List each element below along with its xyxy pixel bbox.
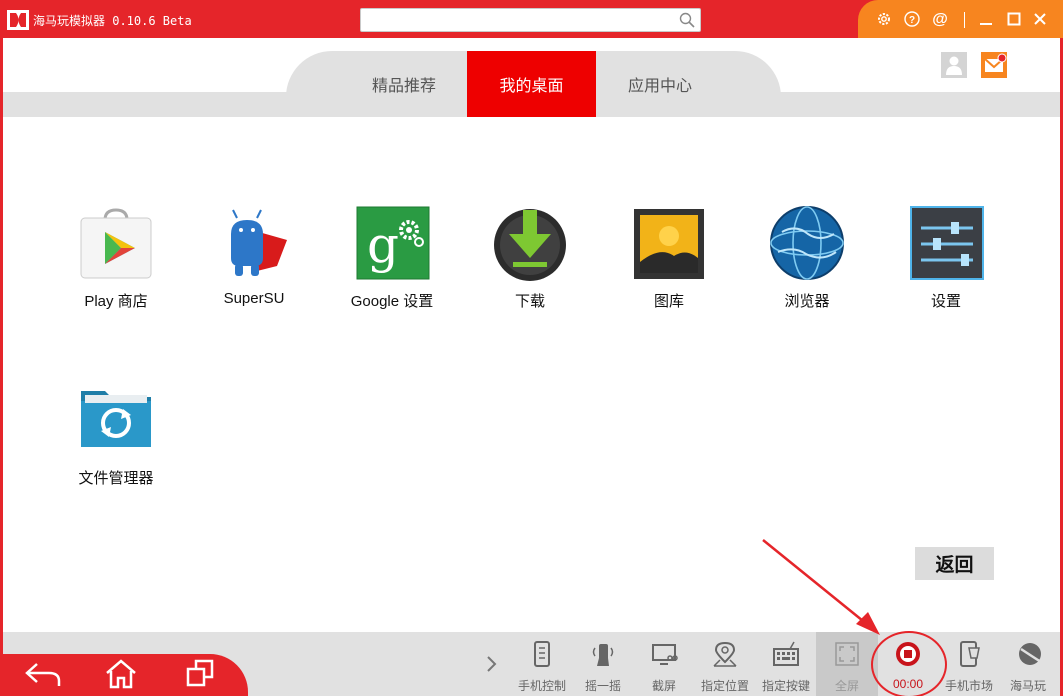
google-settings-icon: g	[353, 206, 431, 284]
tool-screenshot[interactable]: 截屏	[630, 632, 698, 696]
location-icon	[713, 641, 737, 667]
app-gallery[interactable]: 图库	[609, 206, 729, 311]
app-browser[interactable]: 浏览器	[747, 206, 867, 311]
app-play-store[interactable]: Play 商店	[56, 206, 176, 311]
fullscreen-icon	[835, 642, 859, 666]
tab-app-center[interactable]: 应用中心	[596, 51, 724, 117]
svg-text:g: g	[367, 216, 399, 274]
app-label: 浏览器	[784, 293, 830, 310]
tool-fullscreen[interactable]: 全屏	[816, 632, 878, 696]
app-file-manager[interactable]: 文件管理器	[56, 383, 176, 488]
app-logo-icon	[7, 10, 29, 30]
haimawan-icon	[1019, 643, 1042, 665]
tool-label: 摇一摇	[584, 679, 621, 693]
user-avatar-icon[interactable]	[941, 52, 967, 78]
phone-control-icon	[534, 641, 550, 667]
file-manager-icon	[77, 383, 155, 461]
settings-icon	[907, 206, 985, 284]
app-label: SuperSU	[223, 290, 285, 307]
chevron-right-icon[interactable]	[482, 652, 502, 676]
tool-label: 海马玩	[1009, 679, 1046, 693]
at-icon[interactable]: @	[930, 9, 950, 29]
recent-apps-icon[interactable]	[180, 658, 220, 690]
download-icon	[491, 206, 569, 284]
app-label: 文件管理器	[78, 470, 154, 487]
help-icon[interactable]: ?	[902, 9, 922, 29]
titlebar-divider	[964, 12, 965, 28]
tool-label: 指定按键	[761, 679, 810, 693]
home-icon[interactable]	[101, 658, 141, 690]
supersu-icon	[215, 206, 293, 284]
tab-bar: 精品推荐 我的桌面 应用中心	[3, 38, 1060, 117]
tool-location[interactable]: 指定位置	[691, 632, 759, 696]
svg-text:@: @	[932, 11, 948, 28]
maximize-icon[interactable]	[1004, 9, 1024, 29]
app-supersu[interactable]: SuperSU	[194, 206, 314, 307]
app-label: Play 商店	[84, 293, 148, 310]
tab-my-desktop[interactable]: 我的桌面	[467, 51, 596, 117]
app-google-settings[interactable]: g Google 设置	[332, 206, 452, 311]
tab-recommended[interactable]: 精品推荐	[340, 51, 468, 117]
tool-phone-control[interactable]: 手机控制	[508, 632, 576, 696]
search-icon[interactable]	[679, 12, 695, 28]
tool-shake[interactable]: 摇一摇	[569, 632, 637, 696]
tool-haimawan[interactable]: 海马玩	[996, 632, 1060, 696]
browser-icon	[768, 206, 846, 284]
gallery-icon	[630, 206, 708, 284]
search-box[interactable]	[360, 8, 701, 32]
close-icon[interactable]	[1030, 9, 1050, 29]
desktop-area	[3, 117, 1060, 632]
mail-icon[interactable]	[981, 52, 1007, 78]
play-store-icon	[77, 206, 155, 284]
app-download[interactable]: 下载	[470, 206, 590, 311]
app-label: 下载	[514, 293, 545, 310]
back-arrow-icon[interactable]	[23, 658, 63, 690]
tool-label: 手机控制	[517, 679, 566, 693]
tool-label: 截屏	[651, 679, 676, 693]
title-bar: 海马玩模拟器 0.10.6 Beta ? @	[0, 0, 1063, 38]
shake-icon	[592, 644, 614, 666]
app-label: 图库	[653, 293, 684, 310]
gear-icon[interactable]	[874, 9, 894, 29]
tool-label: 手机市场	[944, 679, 993, 693]
window-controls: ? @	[858, 0, 1063, 38]
app-label: 设置	[930, 293, 961, 310]
svg-text:?: ?	[909, 15, 915, 26]
app-settings[interactable]: 设置	[886, 206, 1006, 311]
keymap-icon	[773, 641, 799, 666]
highlight-ring	[871, 631, 947, 696]
phone-market-icon	[960, 641, 980, 667]
back-button[interactable]: 返回	[915, 547, 994, 580]
app-title: 海马玩模拟器 0.10.6 Beta	[33, 14, 192, 28]
tool-label: 全屏	[834, 679, 859, 693]
screenshot-icon	[652, 644, 678, 665]
app-label: Google 设置	[350, 293, 434, 310]
minimize-icon[interactable]	[976, 9, 996, 29]
tool-keymap[interactable]: 指定按键	[752, 632, 820, 696]
search-input[interactable]	[367, 11, 667, 29]
tool-label: 指定位置	[700, 679, 749, 693]
